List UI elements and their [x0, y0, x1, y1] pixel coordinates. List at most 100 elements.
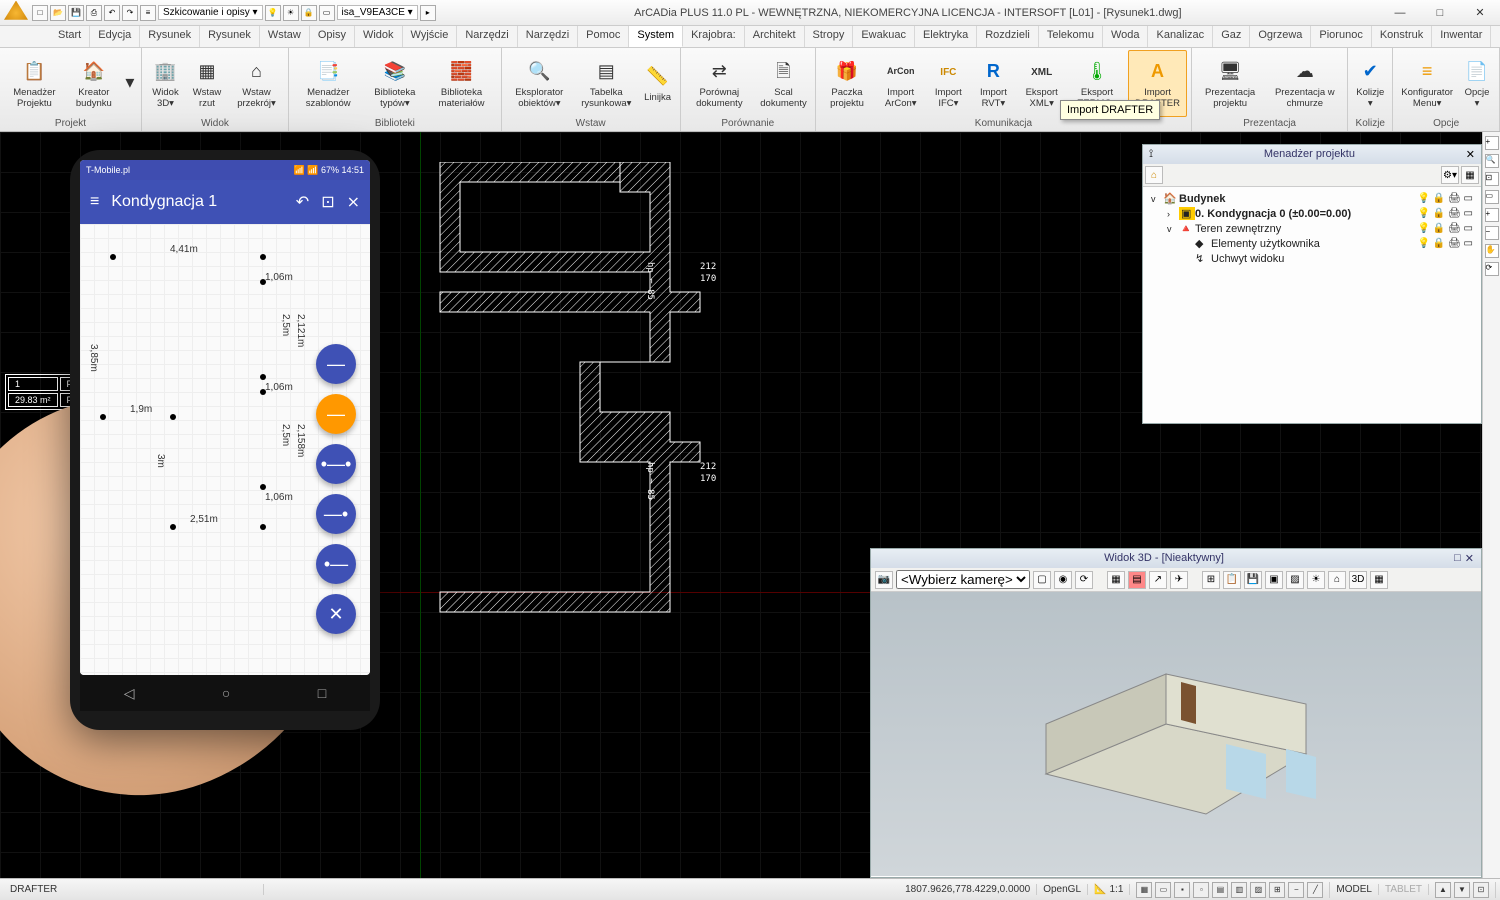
qat-bulb-icon[interactable]: 💡 [265, 5, 281, 21]
btn-eksplorator-obiektow[interactable]: 🔍Eksplorator obiektów▾ [506, 50, 573, 117]
rt-zoomfit-icon[interactable]: ⊡ [1485, 172, 1499, 186]
tab-kanalizac[interactable]: Kanalizac [1148, 26, 1213, 47]
tree-budynek[interactable]: v🏠Budynek💡 🔒 🖨 ▭ [1151, 191, 1473, 206]
btn-projekt-extra[interactable]: ▾ [123, 50, 137, 117]
qat-mode-combo[interactable]: Szkicowanie i opisy ▾ [158, 5, 263, 20]
qat-sun-icon[interactable]: ☀ [283, 5, 299, 21]
sb-e2[interactable]: ▼ [1454, 882, 1470, 898]
phone-fab-2[interactable]: — [316, 394, 356, 434]
btn-biblioteka-materialow[interactable]: 🧱Biblioteka materiałów [426, 50, 496, 117]
phone-home-icon[interactable]: ○ [222, 685, 230, 701]
qat-new-icon[interactable]: □ [32, 5, 48, 21]
maximize-button[interactable]: □ [1420, 1, 1460, 25]
rt-rotate-icon[interactable]: ⟳ [1485, 262, 1499, 276]
v3d-tb7[interactable]: ✈ [1170, 571, 1188, 589]
btn-scal-dokumenty[interactable]: 🗎Scal dokumenty [756, 50, 811, 117]
v3d-tb1[interactable]: ▢ [1033, 571, 1051, 589]
sb-t6[interactable]: ▥ [1231, 882, 1247, 898]
qat-more-icon[interactable]: ▸ [420, 5, 436, 21]
btn-menadzer-projektu[interactable]: 📋Menadżer Projektu [4, 50, 65, 117]
sb-tablet[interactable]: TABLET [1379, 884, 1429, 895]
phone-bt-icon[interactable]: ⨯ [347, 192, 360, 212]
phone-fab-close[interactable]: ✕ [316, 594, 356, 634]
sb-t9[interactable]: − [1288, 882, 1304, 898]
v3d-tb11[interactable]: ▣ [1265, 571, 1283, 589]
tab-inwentar[interactable]: Inwentar [1432, 26, 1491, 47]
sb-scale[interactable]: 📐 1:1 [1088, 884, 1130, 895]
sb-t5[interactable]: ▤ [1212, 882, 1228, 898]
v3d-camera-select[interactable]: <Wybierz kamerę> [896, 570, 1030, 589]
tab-system[interactable]: System [629, 26, 683, 47]
v3d-close-icon[interactable]: ✕ [1461, 552, 1478, 565]
qat-rect-icon[interactable]: ▭ [319, 5, 335, 21]
qat-undo-icon[interactable]: ↶ [104, 5, 120, 21]
phone-fab-5[interactable]: •— [316, 544, 356, 584]
tab-wyjscie[interactable]: Wyjście [403, 26, 458, 47]
rt-pan-icon[interactable]: ✋ [1485, 244, 1499, 258]
tab-narzedzi2[interactable]: Narzędzi [518, 26, 578, 47]
pm-filter-icon[interactable]: ⚙▾ [1441, 166, 1459, 184]
qat-layer-combo[interactable]: isa_V9EA3CE ▾ [337, 5, 418, 20]
sb-t4[interactable]: ▫ [1193, 882, 1209, 898]
btn-kolizje[interactable]: ✔Kolizje ▾ [1352, 50, 1388, 117]
sb-t8[interactable]: ⊞ [1269, 882, 1285, 898]
sb-e1[interactable]: ▲ [1435, 882, 1451, 898]
btn-widok-3d[interactable]: 🏢Widok 3D▾ [146, 50, 185, 117]
btn-linijka[interactable]: 📏Linijka [640, 50, 676, 117]
rt-zoom-icon[interactable]: 🔍 [1485, 154, 1499, 168]
qat-saveall-icon[interactable]: ⎙ [86, 5, 102, 21]
phone-recent-icon[interactable]: □ [318, 685, 326, 701]
phone-menu-icon[interactable]: ≡ [90, 193, 99, 211]
sb-t3[interactable]: ▪ [1174, 882, 1190, 898]
btn-porownaj-dokumenty[interactable]: ⇄Porównaj dokumenty [685, 50, 754, 117]
qat-save-icon[interactable]: 💾 [68, 5, 84, 21]
tab-rysunek2[interactable]: Rysunek [200, 26, 260, 47]
phone-fab-3[interactable]: •—• [316, 444, 356, 484]
v3d-tb16[interactable]: ▦ [1370, 571, 1388, 589]
btn-import-ifc[interactable]: IFCImport IFC▾ [927, 50, 969, 117]
tab-rysunek1[interactable]: Rysunek [140, 26, 200, 47]
phone-canvas[interactable]: 4,41m 3,85m 1,9m 3m 2,51m 1,06m 1,06m 1,… [80, 224, 370, 675]
tab-stropy[interactable]: Stropy [805, 26, 854, 47]
btn-opcje[interactable]: 📄Opcje ▾ [1459, 50, 1495, 117]
btn-wstaw-rzut[interactable]: ▦Wstaw rzut [187, 50, 227, 117]
v3d-tb8[interactable]: ⊞ [1202, 571, 1220, 589]
tab-konstruk[interactable]: Konstruk [1372, 26, 1432, 47]
btn-import-arcon[interactable]: ArConImport ArCon▾ [876, 50, 925, 117]
qat-redo-icon[interactable]: ↷ [122, 5, 138, 21]
sb-t10[interactable]: ╱ [1307, 882, 1323, 898]
tab-widok[interactable]: Widok [355, 26, 403, 47]
qat-open-icon[interactable]: 📂 [50, 5, 66, 21]
minimize-button[interactable]: — [1380, 1, 1420, 25]
close-button[interactable]: ✕ [1460, 1, 1500, 25]
tab-start[interactable]: Start [50, 26, 90, 47]
tree-kondygnacja[interactable]: ›▣0. Kondygnacja 0 (±0.00=0.00)💡 🔒 🖨 ▭ [1151, 206, 1473, 221]
tree-elementy[interactable]: ◆Elementy użytkownika💡 🔒 🖨 ▭ [1151, 236, 1473, 251]
sb-render[interactable]: OpenGL [1037, 884, 1088, 895]
pm-grid-icon[interactable]: ▦ [1461, 166, 1479, 184]
v3d-scene[interactable] [871, 592, 1481, 876]
btn-menadzer-szablonow[interactable]: 📑Menadżer szablonów [293, 50, 363, 117]
v3d-camera-icon[interactable]: 📷 [875, 571, 893, 589]
tab-ewakuac[interactable]: Ewakuac [853, 26, 915, 47]
rt-zoomwin-icon[interactable]: ▭ [1485, 190, 1499, 204]
sb-e3[interactable]: ⊡ [1473, 882, 1489, 898]
tab-architekt[interactable]: Architekt [745, 26, 805, 47]
qat-lock-icon[interactable]: 🔒 [301, 5, 317, 21]
phone-fab-4[interactable]: —• [316, 494, 356, 534]
tab-ogrzewa[interactable]: Ogrzewa [1250, 26, 1311, 47]
tab-opisy[interactable]: Opisy [310, 26, 355, 47]
btn-kreator-budynku[interactable]: 🏠Kreator budynku [67, 50, 121, 117]
phone-undo-icon[interactable]: ↶ [296, 192, 309, 212]
tab-piorunoc[interactable]: Piorunoc [1311, 26, 1371, 47]
tab-edycja[interactable]: Edycja [90, 26, 140, 47]
pm-close-icon[interactable]: ✕ [1466, 148, 1475, 161]
v3d-tb10[interactable]: 💾 [1244, 571, 1262, 589]
sb-t7[interactable]: ▨ [1250, 882, 1266, 898]
tab-krajobraz[interactable]: Krajobra: [683, 26, 745, 47]
qat-layers-icon[interactable]: ≡ [140, 5, 156, 21]
rt-zoomout-icon[interactable]: − [1485, 226, 1499, 240]
v3d-tb13[interactable]: ☀ [1307, 571, 1325, 589]
v3d-tb9[interactable]: 📋 [1223, 571, 1241, 589]
phone-focus-icon[interactable]: ⊡ [321, 192, 334, 212]
